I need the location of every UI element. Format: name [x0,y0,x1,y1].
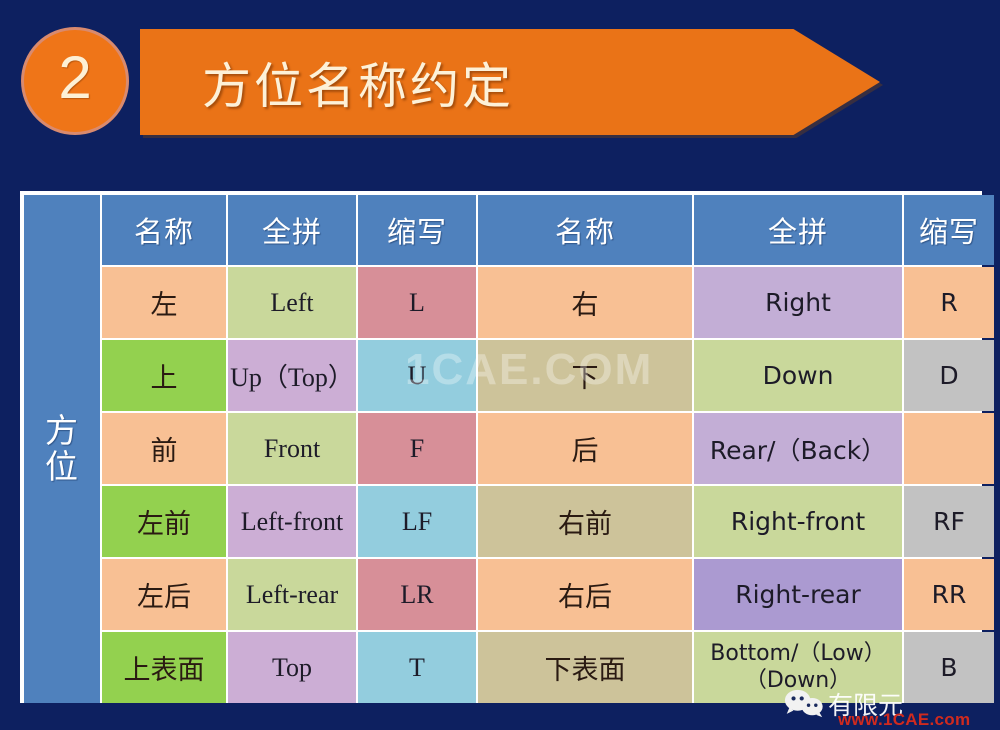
column-header-pinyin-left: 全拼 [228,195,356,265]
cell-abbr-left: U [358,340,476,411]
cell-name-left: 上表面 [102,632,226,703]
cell-pinyin-right: Rear/（Back） [694,413,902,484]
cell-pinyin-right: Right-front [694,486,902,557]
cell-name-left: 左前 [102,486,226,557]
column-header-abbr-right: 缩写 [904,195,994,265]
cell-name-left: 左后 [102,559,226,630]
cell-abbr-left: LF [358,486,476,557]
cell-name-right: 右后 [478,559,692,630]
corner-watermark-url: www.1CAE.com [838,710,971,729]
table-row: 左前 Left-front LF 右前 Right-front RF [24,486,994,557]
column-header-name-left: 名称 [102,195,226,265]
slide-header: 方位名称约定 2 [0,0,1000,160]
cell-name-left: 上 [102,340,226,411]
cell-pinyin-left: Left-front [228,486,356,557]
cell-pinyin-left: Up（Top） [228,340,356,411]
cell-abbr-left: LR [358,559,476,630]
table-row: 左后 Left-rear LR 右后 Right-rear RR [24,559,994,630]
cell-abbr-right: R [904,267,994,338]
cell-pinyin-left: Left [228,267,356,338]
table-header-row: 方位 名称 全拼 缩写 名称 全拼 缩写 [24,195,994,703]
page-title: 方位名称约定 [202,57,515,115]
column-header-name-right: 名称 [478,195,692,265]
section-banner: 方位名称约定 [140,29,880,135]
section-number: 2 [58,44,92,111]
cell-abbr-right: RR [904,559,994,630]
column-header-pinyin-right: 全拼 [694,195,902,265]
cell-pinyin-right: Right [694,267,902,338]
row-label-fangwei: 方位 [24,195,100,703]
table-row: 左 Left L 右 Right R [24,267,994,338]
section-number-badge: 2 [21,27,129,135]
cell-pinyin-left: Top [228,632,356,703]
cell-name-left: 前 [102,413,226,484]
direction-table: 方位 名称 全拼 缩写 名称 全拼 缩写 左 Left L 右 Right R [22,193,996,705]
cell-abbr-left: T [358,632,476,703]
cell-abbr-right: B [904,632,994,703]
cell-abbr-left: F [358,413,476,484]
direction-table-container: 方位 名称 全拼 缩写 名称 全拼 缩写 左 Left L 右 Right R [20,191,994,703]
column-header-abbr-left: 缩写 [358,195,476,265]
cell-pinyin-left: Left-rear [228,559,356,630]
cell-name-right: 下表面 [478,632,692,703]
table-row: 上 Up（Top） U 下 Down D [24,340,994,411]
cell-name-right: 后 [478,413,692,484]
cell-name-right: 下 [478,340,692,411]
cell-pinyin-right: Right-rear [694,559,902,630]
table-row: 上表面 Top T 下表面 Bottom/（Low）（Down） B [24,632,994,703]
cell-abbr-right [904,413,994,484]
cell-name-left: 左 [102,267,226,338]
cell-pinyin-right: Bottom/（Low）（Down） [694,632,902,703]
cell-pinyin-left: Front [228,413,356,484]
cell-abbr-left: L [358,267,476,338]
cell-name-right: 右 [478,267,692,338]
cell-pinyin-right: Down [694,340,902,411]
cell-abbr-right: D [904,340,994,411]
row-label-text: 方位 [44,411,79,486]
cell-name-right: 右前 [478,486,692,557]
slide-canvas: 方位名称约定 2 方位 名称 全拼 缩写 名称 全拼 缩写 左 Left L 右… [0,0,1000,730]
table-row: 前 Front F 后 Rear/（Back） [24,413,994,484]
cell-abbr-right: RF [904,486,994,557]
